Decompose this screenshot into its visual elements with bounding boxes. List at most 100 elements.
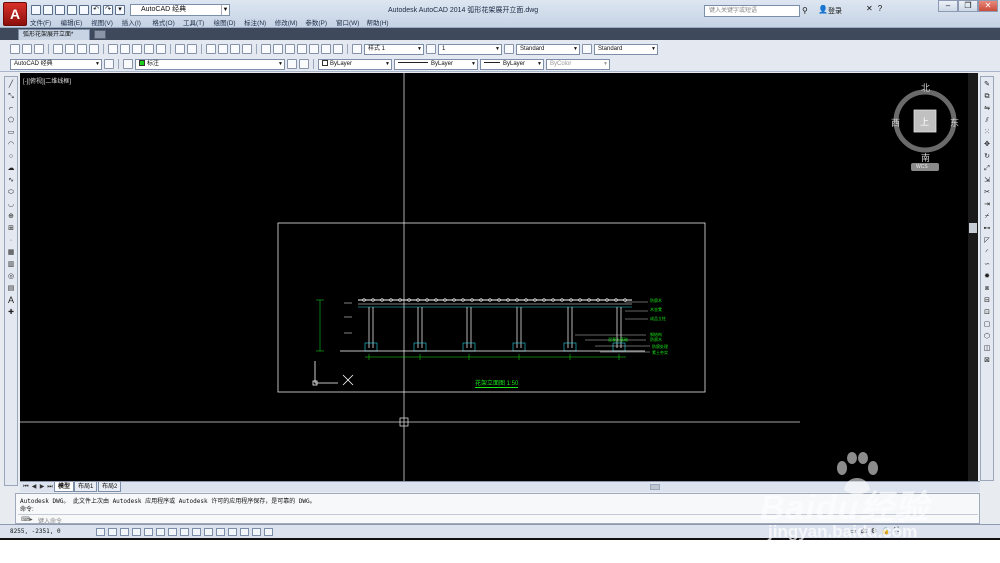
matchprop-icon[interactable] <box>144 44 154 54</box>
linetype-select[interactable]: ByLayer ▼ <box>394 58 478 70</box>
draworder-icon[interactable]: ⧈ <box>982 284 992 293</box>
properties-icon[interactable] <box>261 44 271 54</box>
print-icon[interactable] <box>79 5 89 15</box>
open-icon[interactable] <box>43 5 53 15</box>
copy-icon[interactable] <box>120 44 130 54</box>
sheet-set-icon[interactable] <box>297 44 307 54</box>
ellipse-icon[interactable]: ⬭ <box>6 188 16 197</box>
rotate-icon[interactable]: ↻ <box>982 152 992 161</box>
vertical-scroll-thumb[interactable] <box>969 223 977 233</box>
color-select[interactable]: ByLayer ▼ <box>318 58 392 70</box>
single-viewport-icon[interactable]: ▢ <box>982 320 992 329</box>
redo-icon[interactable]: ↷ <box>103 5 113 15</box>
zoom-window-icon[interactable] <box>230 44 240 54</box>
quickcalc-icon[interactable] <box>321 44 331 54</box>
lwt-toggle[interactable] <box>216 528 225 536</box>
revcloud-icon[interactable]: ☁ <box>6 164 16 173</box>
exchange-icon[interactable]: ✕ <box>866 4 873 13</box>
undo-icon[interactable]: ↶ <box>91 5 101 15</box>
table-style-select[interactable]: Standard ▼ <box>516 43 580 55</box>
mleader-style-select[interactable]: Standard ▼ <box>594 43 658 55</box>
insert-block-icon[interactable]: ⊕ <box>6 212 16 221</box>
convert-viewport-icon[interactable]: ◫ <box>982 344 992 353</box>
infer-toggle[interactable] <box>96 528 105 536</box>
viewports-icon[interactable]: ⊟ <box>982 296 992 305</box>
3dprint-icon[interactable] <box>89 44 99 54</box>
pan-icon[interactable] <box>206 44 216 54</box>
line-icon[interactable]: ╱ <box>6 80 16 89</box>
polygon-icon[interactable]: ⬠ <box>6 116 16 125</box>
osnap-toggle[interactable] <box>156 528 165 536</box>
search-icon[interactable]: ⚲ <box>802 6 808 15</box>
tool-palettes-icon[interactable] <box>285 44 295 54</box>
plotstyle-select[interactable]: ByColor ▼ <box>546 58 610 70</box>
grid-toggle[interactable] <box>120 528 129 536</box>
text-style-icon[interactable] <box>352 44 362 54</box>
mleader-style-icon[interactable] <box>582 44 592 54</box>
workspace-toolbar-select[interactable]: AutoCAD 经典 ▼ <box>10 58 102 70</box>
explode-icon[interactable]: ✸ <box>982 272 992 281</box>
chamfer-icon[interactable]: ◸ <box>982 236 992 245</box>
ellipse-arc-icon[interactable]: ◡ <box>6 200 16 209</box>
open-icon[interactable] <box>22 44 32 54</box>
dim-style-icon[interactable] <box>426 44 436 54</box>
menu-tools[interactable]: 工具(T) <box>183 17 214 27</box>
markup-icon[interactable] <box>309 44 319 54</box>
qp-toggle[interactable] <box>240 528 249 536</box>
save-icon[interactable] <box>55 5 65 15</box>
tab-layout2[interactable]: 布局2 <box>98 482 122 492</box>
plot-icon[interactable] <box>53 44 63 54</box>
tab-model[interactable]: 模型 <box>54 482 75 492</box>
close-button[interactable]: ✕ <box>978 0 998 12</box>
menu-view[interactable]: 视图(V) <box>91 17 122 27</box>
viewcube-south[interactable]: 南 <box>921 151 930 164</box>
tab-layout1[interactable]: 布局1 <box>74 482 98 492</box>
restore-button[interactable]: ❐ <box>958 0 978 12</box>
array-icon[interactable]: ⁙ <box>982 128 992 137</box>
make-current-icon[interactable] <box>287 59 297 69</box>
command-prompt-icon[interactable]: ⌨▸ <box>21 516 33 523</box>
menu-modify[interactable]: 修改(M) <box>275 17 306 27</box>
document-tab[interactable]: 弧形花架展开立面* <box>18 29 90 40</box>
join-icon[interactable]: ⊷ <box>982 224 992 233</box>
copy-icon[interactable]: ⧉ <box>982 92 992 101</box>
viewcube-north[interactable]: 北 <box>921 81 930 94</box>
snap-toggle[interactable] <box>108 528 117 536</box>
viewcube-west[interactable]: 西 <box>891 116 900 129</box>
scale-icon[interactable]: ⤢ <box>982 164 992 173</box>
gradient-icon[interactable]: ▥ <box>6 260 16 269</box>
hatch-icon[interactable]: ▦ <box>6 248 16 257</box>
layer-previous-icon[interactable] <box>299 59 309 69</box>
break-icon[interactable]: ⌿ <box>982 212 992 221</box>
customize-icon[interactable]: ▾ <box>115 5 125 15</box>
clip-icon[interactable]: ⊡ <box>982 308 992 317</box>
wcs-menu[interactable]: WCS <box>916 164 928 170</box>
new-icon[interactable] <box>31 5 41 15</box>
make-block-icon[interactable]: ⊞ <box>6 224 16 233</box>
save-as-icon[interactable] <box>67 5 77 15</box>
extend-icon[interactable]: ⇥ <box>982 200 992 209</box>
trim-icon[interactable]: ✂ <box>982 188 992 197</box>
workspace-settings-icon[interactable] <box>104 59 114 69</box>
am-toggle[interactable] <box>264 528 273 536</box>
search-input[interactable]: 键入关键字或短语 <box>704 5 800 17</box>
last-tab-icon[interactable]: ⏭ <box>46 483 54 491</box>
rectangle-icon[interactable]: ▭ <box>6 128 16 137</box>
menu-parametric[interactable]: 参数(P) <box>305 17 336 27</box>
cut-icon[interactable] <box>108 44 118 54</box>
zoom-previous-icon[interactable] <box>242 44 252 54</box>
help-icon[interactable]: ? <box>878 4 882 13</box>
layer-select[interactable]: 标注 ▼ <box>135 58 285 70</box>
block-editor-icon[interactable] <box>156 44 166 54</box>
layer-properties-icon[interactable] <box>123 59 133 69</box>
polyline-icon[interactable]: ⌐ <box>6 104 16 113</box>
move-icon[interactable]: ✥ <box>982 140 992 149</box>
dyn-toggle[interactable] <box>204 528 213 536</box>
model-space-icon[interactable]: ▭ <box>850 527 857 535</box>
workspace-dropdown[interactable]: AutoCAD 经典 ▼ <box>130 4 230 16</box>
coordinate-readout[interactable]: 8255, -2351, 0 <box>10 528 61 535</box>
menu-help[interactable]: 帮助(H) <box>367 17 398 27</box>
zoom-realtime-icon[interactable] <box>218 44 228 54</box>
dim-style-select[interactable]: 1 ▼ <box>438 43 502 55</box>
ortho-toggle[interactable] <box>132 528 141 536</box>
